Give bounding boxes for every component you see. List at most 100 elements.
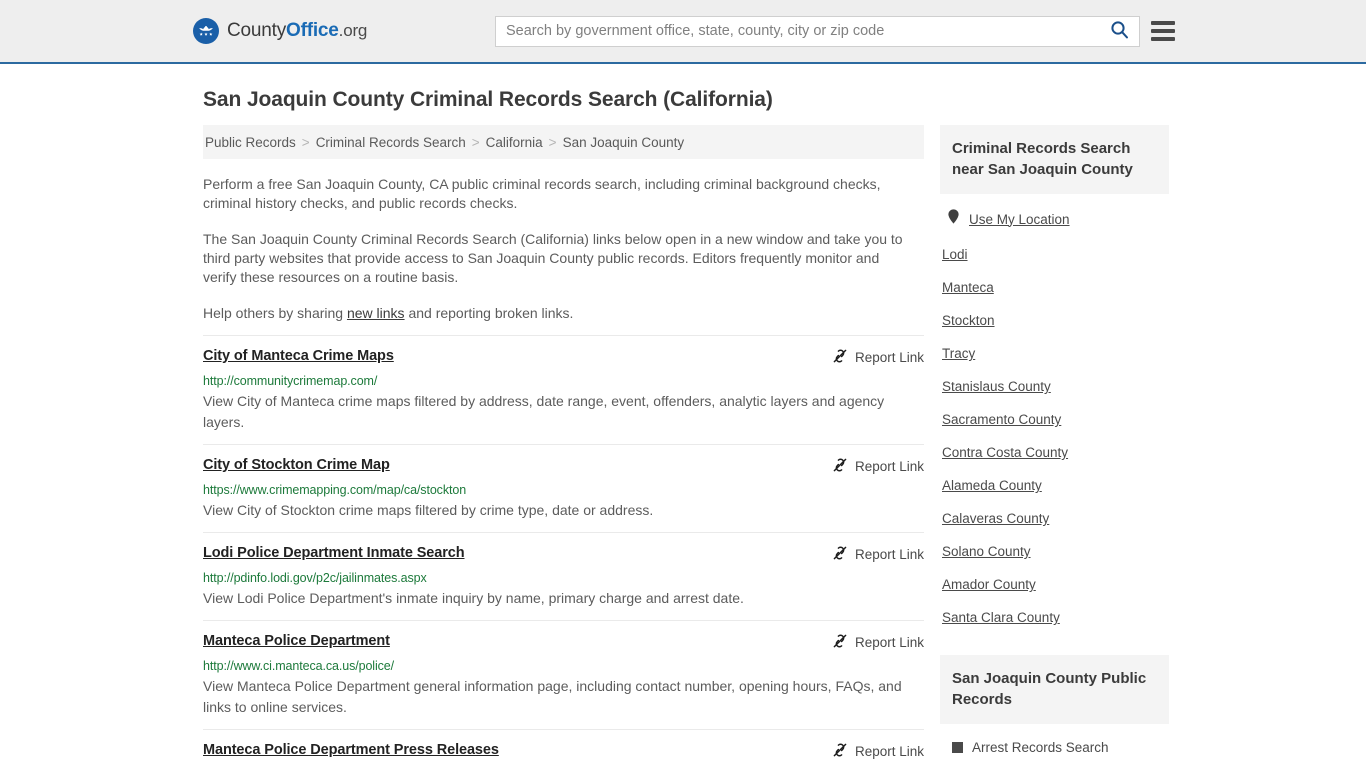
- sidebar-public-records-title: San Joaquin County Public Records: [940, 655, 1169, 724]
- search-input[interactable]: [496, 16, 1099, 46]
- hamburger-menu-icon: [1151, 37, 1175, 41]
- sidebar-link-tracy[interactable]: Tracy: [940, 337, 1169, 370]
- report-link-label: Report Link: [854, 350, 924, 365]
- sidebar-link-calaveras-county[interactable]: Calaveras County: [940, 502, 1169, 535]
- brand-part-tld: .org: [338, 21, 368, 40]
- site-logo-text: CountyOffice.org: [227, 20, 367, 42]
- sidebar-link-label[interactable]: Tracy: [942, 346, 975, 361]
- breadcrumb-item-public-records[interactable]: Public Records: [205, 135, 296, 150]
- share-text-after: and reporting broken links.: [404, 305, 574, 321]
- share-text-before: Help others by sharing: [203, 305, 347, 321]
- result-url[interactable]: http://pdinfo.lodi.gov/p2c/jailinmates.a…: [203, 571, 924, 585]
- sidebar-public-records-section: San Joaquin County Public Records Arrest…: [940, 655, 1169, 759]
- report-link-button[interactable]: Report Link: [832, 633, 924, 652]
- sidebar-link-santa-clara-county[interactable]: Santa Clara County: [940, 601, 1169, 634]
- result-description: View City of Manteca crime maps filtered…: [203, 393, 885, 430]
- sidebar-link-label[interactable]: Sacramento County: [942, 412, 1061, 427]
- brand-part-office: Office: [286, 20, 339, 41]
- result-title-link[interactable]: Manteca Police Department Press Releases: [203, 742, 499, 759]
- breadcrumb: Public Records > Criminal Records Search…: [203, 125, 924, 159]
- result-description: View Lodi Police Department's inmate inq…: [203, 590, 744, 606]
- brand-part-county: County: [227, 20, 287, 41]
- sidebar-link-label[interactable]: Solano County: [942, 544, 1031, 559]
- breadcrumb-separator: >: [471, 134, 480, 150]
- sidebar-link-label[interactable]: Santa Clara County: [942, 610, 1060, 625]
- result-description: View Manteca Police Department general i…: [203, 678, 902, 715]
- public-record-item-arrest-records-search[interactable]: Arrest Records Search: [940, 736, 1169, 759]
- report-link-button[interactable]: Report Link: [832, 545, 924, 564]
- public-record-item-label[interactable]: Arrest Records Search: [972, 740, 1109, 755]
- sidebar-link-label[interactable]: Manteca: [942, 280, 994, 295]
- search-bar: [495, 15, 1140, 47]
- square-bullet-icon: [952, 742, 963, 753]
- sidebar-link-label[interactable]: Alameda County: [942, 478, 1042, 493]
- map-pin-icon: [948, 209, 959, 229]
- result-url[interactable]: http://www.ci.manteca.ca.us/police/: [203, 659, 924, 673]
- report-link-label: Report Link: [854, 547, 924, 562]
- result-title-link[interactable]: Manteca Police Department: [203, 633, 390, 650]
- broken-link-icon: [832, 457, 848, 476]
- search-button[interactable]: [1099, 17, 1139, 46]
- sidebar-link-label[interactable]: Stockton: [942, 313, 995, 328]
- intro-paragraph-1: Perform a free San Joaquin County, CA pu…: [203, 176, 881, 211]
- sidebar-link-stanislaus-county[interactable]: Stanislaus County: [940, 370, 1169, 403]
- sidebar: Criminal Records Search near San Joaquin…: [940, 125, 1169, 759]
- result-title-link[interactable]: City of Stockton Crime Map: [203, 457, 390, 474]
- hamburger-menu-icon: [1151, 29, 1175, 33]
- sidebar-link-alameda-county[interactable]: Alameda County: [940, 469, 1169, 502]
- result-title-link[interactable]: Lodi Police Department Inmate Search: [203, 545, 465, 562]
- broken-link-icon: [832, 742, 848, 761]
- sidebar-link-manteca[interactable]: Manteca: [940, 271, 1169, 304]
- result-description: View City of Stockton crime maps filtere…: [203, 502, 654, 518]
- result-header: Manteca Police Department Press Releases…: [203, 742, 924, 761]
- use-my-location-row[interactable]: Use My Location: [940, 200, 1169, 238]
- intro-section: Perform a free San Joaquin County, CA pu…: [203, 159, 924, 323]
- result-header: Manteca Police Department Report Link: [203, 633, 924, 652]
- sidebar-link-sacramento-county[interactable]: Sacramento County: [940, 403, 1169, 436]
- result-url[interactable]: http://communitycrimemap.com/: [203, 374, 924, 388]
- broken-link-icon: [832, 348, 848, 367]
- sidebar-link-label[interactable]: Amador County: [942, 577, 1036, 592]
- report-link-label: Report Link: [854, 744, 924, 759]
- breadcrumb-item-california[interactable]: California: [486, 135, 543, 150]
- result-title-link[interactable]: City of Manteca Crime Maps: [203, 348, 394, 365]
- sidebar-link-label[interactable]: Contra Costa County: [942, 445, 1068, 460]
- hamburger-menu-icon: [1151, 21, 1175, 25]
- intro-paragraph-2: The San Joaquin County Criminal Records …: [203, 231, 903, 285]
- breadcrumb-item-criminal-records-search[interactable]: Criminal Records Search: [316, 135, 466, 150]
- result-item: Lodi Police Department Inmate Search Rep…: [203, 532, 924, 620]
- sidebar-link-contra-costa-county[interactable]: Contra Costa County: [940, 436, 1169, 469]
- broken-link-icon: [832, 633, 848, 652]
- report-link-button[interactable]: Report Link: [832, 742, 924, 761]
- report-link-button[interactable]: Report Link: [832, 348, 924, 367]
- use-my-location-link[interactable]: Use My Location: [969, 212, 1070, 227]
- site-header: CountyOffice.org: [0, 0, 1366, 64]
- result-item: Manteca Police Department Press Releases…: [203, 729, 924, 768]
- sidebar-link-amador-county[interactable]: Amador County: [940, 568, 1169, 601]
- new-links-link[interactable]: new links: [347, 305, 405, 321]
- sidebar-link-stockton[interactable]: Stockton: [940, 304, 1169, 337]
- report-link-label: Report Link: [854, 635, 924, 650]
- eagle-stars-emblem-icon: [193, 18, 219, 44]
- sidebar-link-lodi[interactable]: Lodi: [940, 238, 1169, 271]
- result-item: Manteca Police Department Report Link ht…: [203, 620, 924, 729]
- sidebar-link-label[interactable]: Calaveras County: [942, 511, 1049, 526]
- result-item: City of Stockton Crime Map Report Link h…: [203, 444, 924, 532]
- public-records-list: Arrest Records Search: [940, 724, 1169, 759]
- site-logo[interactable]: CountyOffice.org: [193, 18, 367, 44]
- sidebar-nearby-title: Criminal Records Search near San Joaquin…: [940, 125, 1169, 194]
- breadcrumb-separator: >: [301, 134, 310, 150]
- result-item: City of Manteca Crime Maps Report Link h…: [203, 335, 924, 444]
- hamburger-menu-button[interactable]: [1151, 21, 1175, 41]
- page-title: San Joaquin County Criminal Records Sear…: [203, 88, 773, 111]
- report-link-label: Report Link: [854, 459, 924, 474]
- sidebar-link-label[interactable]: Stanislaus County: [942, 379, 1051, 394]
- main-content: Public Records > Criminal Records Search…: [203, 125, 924, 768]
- sidebar-link-solano-county[interactable]: Solano County: [940, 535, 1169, 568]
- report-link-button[interactable]: Report Link: [832, 457, 924, 476]
- search-icon: [1110, 20, 1129, 42]
- intro-paragraph-3: Help others by sharing new links and rep…: [203, 304, 903, 323]
- sidebar-link-label[interactable]: Lodi: [942, 247, 968, 262]
- result-url[interactable]: https://www.crimemapping.com/map/ca/stoc…: [203, 483, 924, 497]
- result-header: City of Stockton Crime Map Report Link: [203, 457, 924, 476]
